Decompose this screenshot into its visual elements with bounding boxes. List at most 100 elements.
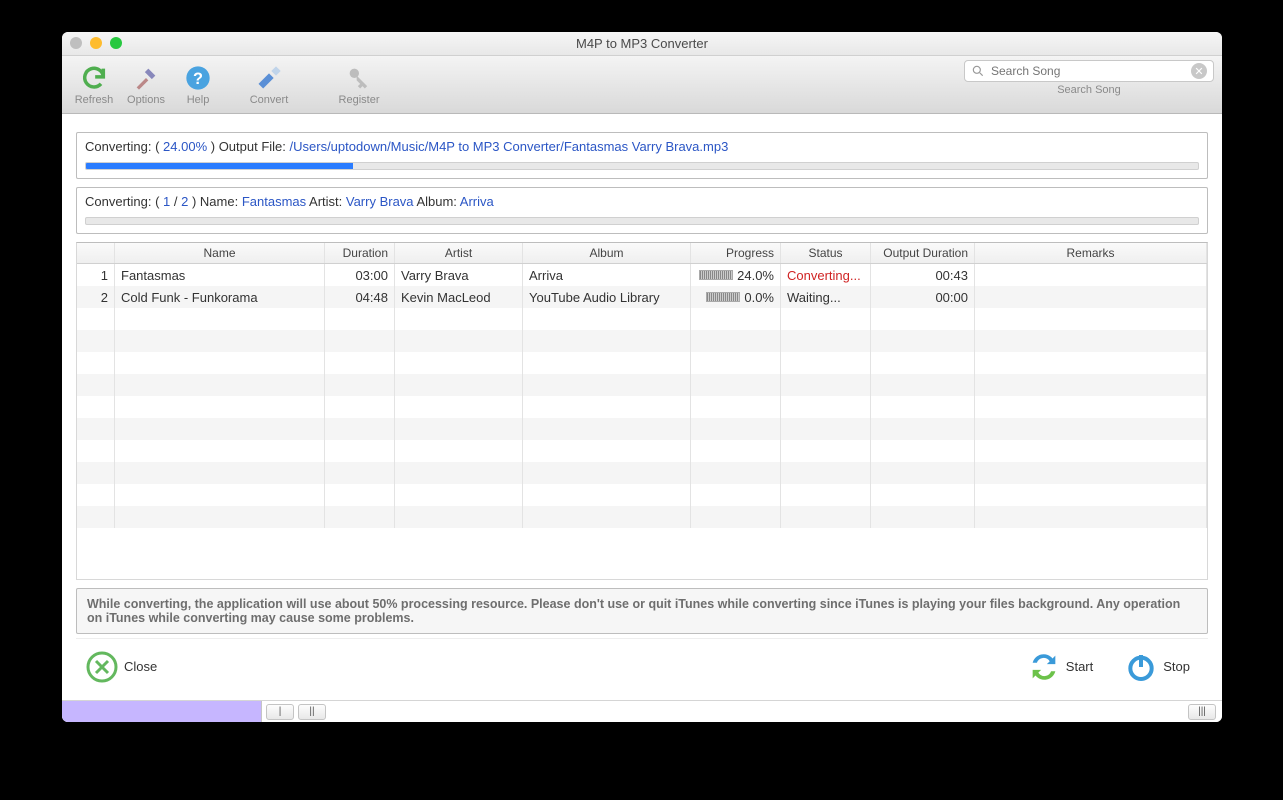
cell xyxy=(871,418,975,440)
statusbar-button-right[interactable]: ||| xyxy=(1188,704,1216,720)
col-output-duration[interactable]: Output Duration xyxy=(871,243,975,263)
table-row xyxy=(77,440,1207,462)
cell: 2 xyxy=(77,286,115,308)
close-button[interactable]: Close xyxy=(84,649,157,685)
content-area: Converting: ( 24.00% ) Output File: /Use… xyxy=(62,114,1222,700)
convert-button[interactable]: Convert xyxy=(224,58,314,112)
search-box[interactable]: ✕ xyxy=(964,60,1214,82)
cell xyxy=(325,374,395,396)
cell xyxy=(871,352,975,374)
cell xyxy=(325,462,395,484)
register-label: Register xyxy=(339,94,380,106)
cell xyxy=(871,396,975,418)
refresh-button[interactable]: Refresh xyxy=(68,58,120,112)
cell xyxy=(523,396,691,418)
cell xyxy=(395,374,523,396)
search-area: ✕ Search Song xyxy=(964,60,1214,96)
clear-search-icon[interactable]: ✕ xyxy=(1191,63,1207,79)
cell xyxy=(523,462,691,484)
table-row[interactable]: 1Fantasmas03:00Varry BravaArriva24.0%Con… xyxy=(77,264,1207,286)
refresh-label: Refresh xyxy=(75,94,114,106)
cell xyxy=(395,330,523,352)
minimize-window-icon[interactable] xyxy=(90,37,102,49)
output-progress-panel: Converting: ( 24.00% ) Output File: /Use… xyxy=(76,132,1208,179)
power-icon xyxy=(1125,651,1157,683)
refresh-icon xyxy=(80,64,108,92)
table-header: Name Duration Artist Album Progress Stat… xyxy=(77,243,1207,264)
options-label: Options xyxy=(127,94,165,106)
stop-button[interactable]: Stop xyxy=(1123,649,1190,685)
options-button[interactable]: Options xyxy=(120,58,172,112)
table-row[interactable]: 2Cold Funk - Funkorama04:48Kevin MacLeod… xyxy=(77,286,1207,308)
cell xyxy=(975,484,1207,506)
cell xyxy=(77,418,115,440)
cell: 0.0% xyxy=(691,286,781,308)
cell xyxy=(77,330,115,352)
cell xyxy=(325,440,395,462)
cell xyxy=(325,352,395,374)
table-row xyxy=(77,484,1207,506)
track-artist: Varry Brava xyxy=(346,194,414,209)
help-icon: ? xyxy=(184,64,212,92)
track-progress-panel: Converting: ( 1 / 2 ) Name: Fantasmas Ar… xyxy=(76,187,1208,234)
cell xyxy=(523,440,691,462)
zoom-window-icon[interactable] xyxy=(110,37,122,49)
cell xyxy=(115,440,325,462)
start-button[interactable]: Start xyxy=(1026,649,1093,685)
cell xyxy=(395,418,523,440)
col-remarks[interactable]: Remarks xyxy=(975,243,1207,263)
search-label: Search Song xyxy=(1057,84,1121,96)
cell: 1 xyxy=(77,264,115,286)
cell xyxy=(325,484,395,506)
table-row xyxy=(77,462,1207,484)
cell: Arriva xyxy=(523,264,691,286)
footer: Close Start Stop xyxy=(76,638,1208,694)
cell: 04:48 xyxy=(325,286,395,308)
col-artist[interactable]: Artist xyxy=(395,243,523,263)
register-button[interactable]: Register xyxy=(314,58,404,112)
cell xyxy=(115,506,325,528)
cell xyxy=(395,440,523,462)
table-body: 1Fantasmas03:00Varry BravaArriva24.0%Con… xyxy=(77,264,1207,528)
status-bar: | || ||| xyxy=(62,700,1222,722)
cell xyxy=(975,286,1207,308)
tools-icon xyxy=(132,64,160,92)
search-input[interactable] xyxy=(991,64,1185,78)
cell xyxy=(781,506,871,528)
cell xyxy=(77,374,115,396)
table-row xyxy=(77,374,1207,396)
cell xyxy=(523,330,691,352)
cell xyxy=(691,462,781,484)
track-name: Fantasmas xyxy=(242,194,306,209)
col-status[interactable]: Status xyxy=(781,243,871,263)
statusbar-button-1[interactable]: | xyxy=(266,704,294,720)
convert-label: Convert xyxy=(250,94,289,106)
cell xyxy=(871,374,975,396)
convert-icon xyxy=(255,64,283,92)
cell: Fantasmas xyxy=(115,264,325,286)
cell xyxy=(975,396,1207,418)
col-duration[interactable]: Duration xyxy=(325,243,395,263)
cell xyxy=(975,308,1207,330)
tracks-table[interactable]: Name Duration Artist Album Progress Stat… xyxy=(76,242,1208,580)
cell: 03:00 xyxy=(325,264,395,286)
cell xyxy=(975,506,1207,528)
cell xyxy=(975,418,1207,440)
cell xyxy=(523,418,691,440)
statusbar-button-2[interactable]: || xyxy=(298,704,326,720)
cell xyxy=(691,506,781,528)
cell xyxy=(395,462,523,484)
cell xyxy=(523,352,691,374)
cell xyxy=(115,352,325,374)
close-label: Close xyxy=(124,659,157,674)
help-button[interactable]: ? Help xyxy=(172,58,224,112)
cell xyxy=(523,484,691,506)
col-name[interactable]: Name xyxy=(115,243,325,263)
cell xyxy=(975,264,1207,286)
col-album[interactable]: Album xyxy=(523,243,691,263)
col-progress[interactable]: Progress xyxy=(691,243,781,263)
cell xyxy=(781,440,871,462)
col-index[interactable] xyxy=(77,243,115,263)
cell xyxy=(691,418,781,440)
close-window-icon[interactable] xyxy=(70,37,82,49)
